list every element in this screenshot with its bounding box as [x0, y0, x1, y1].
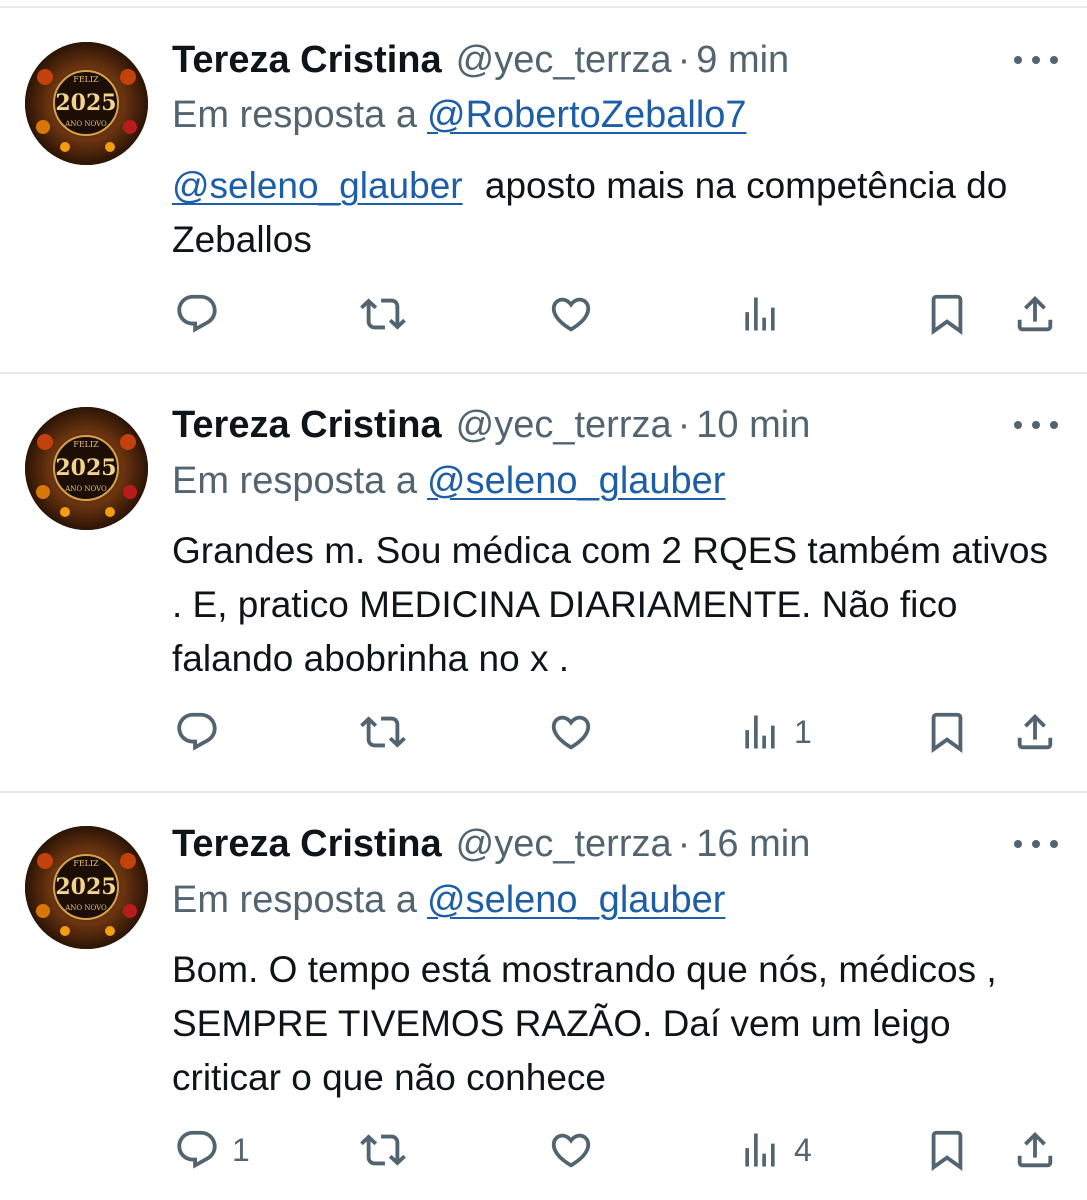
share-icon	[1017, 713, 1053, 750]
reply-context: Em resposta a @seleno_glauber	[172, 875, 725, 925]
tweet-body: Bom. O tempo está mostrando que nós, méd…	[172, 949, 997, 1098]
avatar-image: FELIZ 2025 ANO NOVO	[25, 407, 148, 530]
tweet-text: @seleno_glauber aposto mais na competênc…	[172, 159, 1062, 267]
reply-icon	[177, 294, 217, 333]
reply-icon	[177, 1130, 217, 1169]
retweet-icon	[360, 298, 406, 330]
views-count: 4	[794, 1131, 812, 1168]
top-divider	[0, 6, 1087, 8]
user-handle[interactable]: @yec_terrza	[456, 39, 672, 82]
like-icon	[551, 715, 591, 750]
separator-dot: ·	[677, 822, 691, 865]
more-icon[interactable]	[1014, 410, 1058, 440]
tweet-text: Grandes m. Sou médica com 2 RQES também …	[172, 524, 1062, 686]
share-button[interactable]	[1012, 290, 1058, 338]
reply-button[interactable]: 1	[174, 1126, 250, 1174]
avatar-year-text: 2025	[55, 90, 116, 116]
like-icon	[551, 297, 591, 332]
avatar-year-text: 2025	[55, 874, 116, 900]
tweet-text: Bom. O tempo está mostrando que nós, méd…	[172, 943, 1062, 1105]
retweet-icon	[360, 1134, 406, 1166]
tweet-header: Tereza Cristina @yec_terrza · 16 min	[172, 819, 810, 869]
bookmark-icon	[931, 1130, 963, 1171]
views-button[interactable]	[738, 290, 794, 338]
avatar-image: FELIZ 2025 ANO NOVO	[25, 826, 148, 949]
views-button[interactable]: 1	[738, 708, 812, 756]
reply-prefix: Em resposta a	[172, 459, 417, 502]
retweet-icon	[360, 716, 406, 748]
avatar-bottom-text: ANO NOVO	[64, 120, 107, 128]
tweet-header: Tereza Cristina @yec_terrza · 10 min	[172, 400, 810, 450]
reply-prefix: Em resposta a	[172, 93, 417, 136]
display-name[interactable]: Tereza Cristina	[172, 39, 442, 82]
share-button[interactable]	[1012, 708, 1058, 756]
bookmark-button[interactable]	[924, 290, 970, 338]
avatar-image: FELIZ 2025 ANO NOVO	[25, 42, 148, 165]
retweet-button[interactable]	[360, 708, 406, 756]
share-icon	[1017, 295, 1053, 332]
bookmark-button[interactable]	[924, 1126, 970, 1174]
share-button[interactable]	[1012, 1126, 1058, 1174]
more-icon[interactable]	[1014, 829, 1058, 859]
like-icon	[551, 1133, 591, 1168]
reply-context: Em resposta a @RobertoZeballo7	[172, 90, 747, 140]
timestamp[interactable]: 10 min	[696, 404, 810, 447]
bookmark-icon	[931, 712, 963, 753]
display-name[interactable]: Tereza Cristina	[172, 823, 442, 866]
user-handle[interactable]: @yec_terrza	[456, 823, 672, 866]
like-button[interactable]	[548, 708, 594, 756]
bookmark-icon	[931, 294, 963, 335]
tweet-actions: 1	[0, 708, 1087, 756]
reply-context: Em resposta a @seleno_glauber	[172, 456, 725, 506]
user-handle[interactable]: @yec_terrza	[456, 404, 672, 447]
like-button[interactable]	[548, 1126, 594, 1174]
views-icon	[745, 715, 775, 749]
views-icon	[745, 1133, 775, 1167]
reply-button[interactable]	[174, 290, 232, 338]
separator-dot: ·	[677, 403, 691, 446]
display-name[interactable]: Tereza Cristina	[172, 404, 442, 447]
retweet-button[interactable]	[360, 290, 406, 338]
avatar[interactable]: FELIZ 2025 ANO NOVO	[25, 826, 148, 949]
tweet-body: Grandes m. Sou médica com 2 RQES também …	[172, 530, 1049, 679]
reply-prefix: Em resposta a	[172, 878, 417, 921]
tweet-divider	[0, 372, 1087, 374]
reply-to-link[interactable]: @RobertoZeballo7	[427, 94, 747, 137]
avatar-bottom-text: ANO NOVO	[64, 904, 107, 912]
avatar-bottom-text: ANO NOVO	[64, 485, 107, 493]
avatar-top-text: FELIZ	[73, 859, 99, 868]
reply-to-link[interactable]: @seleno_glauber	[427, 879, 725, 922]
avatar-top-text: FELIZ	[73, 440, 99, 449]
avatar-year-text: 2025	[55, 455, 116, 481]
timestamp[interactable]: 16 min	[696, 823, 810, 866]
views-button[interactable]: 4	[738, 1126, 812, 1174]
avatar[interactable]: FELIZ 2025 ANO NOVO	[25, 407, 148, 530]
tweet-actions	[0, 290, 1087, 338]
reply-count: 1	[232, 1131, 250, 1168]
reply-to-link[interactable]: @seleno_glauber	[427, 460, 725, 503]
retweet-button[interactable]	[360, 1126, 406, 1174]
reply-button[interactable]	[174, 708, 232, 756]
tweet-divider	[0, 791, 1087, 793]
views-count: 1	[794, 713, 812, 750]
reply-icon	[177, 712, 217, 751]
timestamp[interactable]: 9 min	[696, 39, 789, 82]
like-button[interactable]	[548, 290, 594, 338]
share-icon	[1017, 1131, 1053, 1168]
bookmark-button[interactable]	[924, 708, 970, 756]
avatar-top-text: FELIZ	[73, 75, 99, 84]
views-icon	[745, 297, 775, 331]
mention-link[interactable]: @seleno_glauber	[172, 165, 463, 206]
more-icon[interactable]	[1014, 45, 1058, 75]
separator-dot: ·	[677, 38, 691, 81]
tweet-actions: 1 4	[0, 1126, 1087, 1174]
tweet-header: Tereza Cristina @yec_terrza · 9 min	[172, 35, 789, 85]
avatar[interactable]: FELIZ 2025 ANO NOVO	[25, 42, 148, 165]
